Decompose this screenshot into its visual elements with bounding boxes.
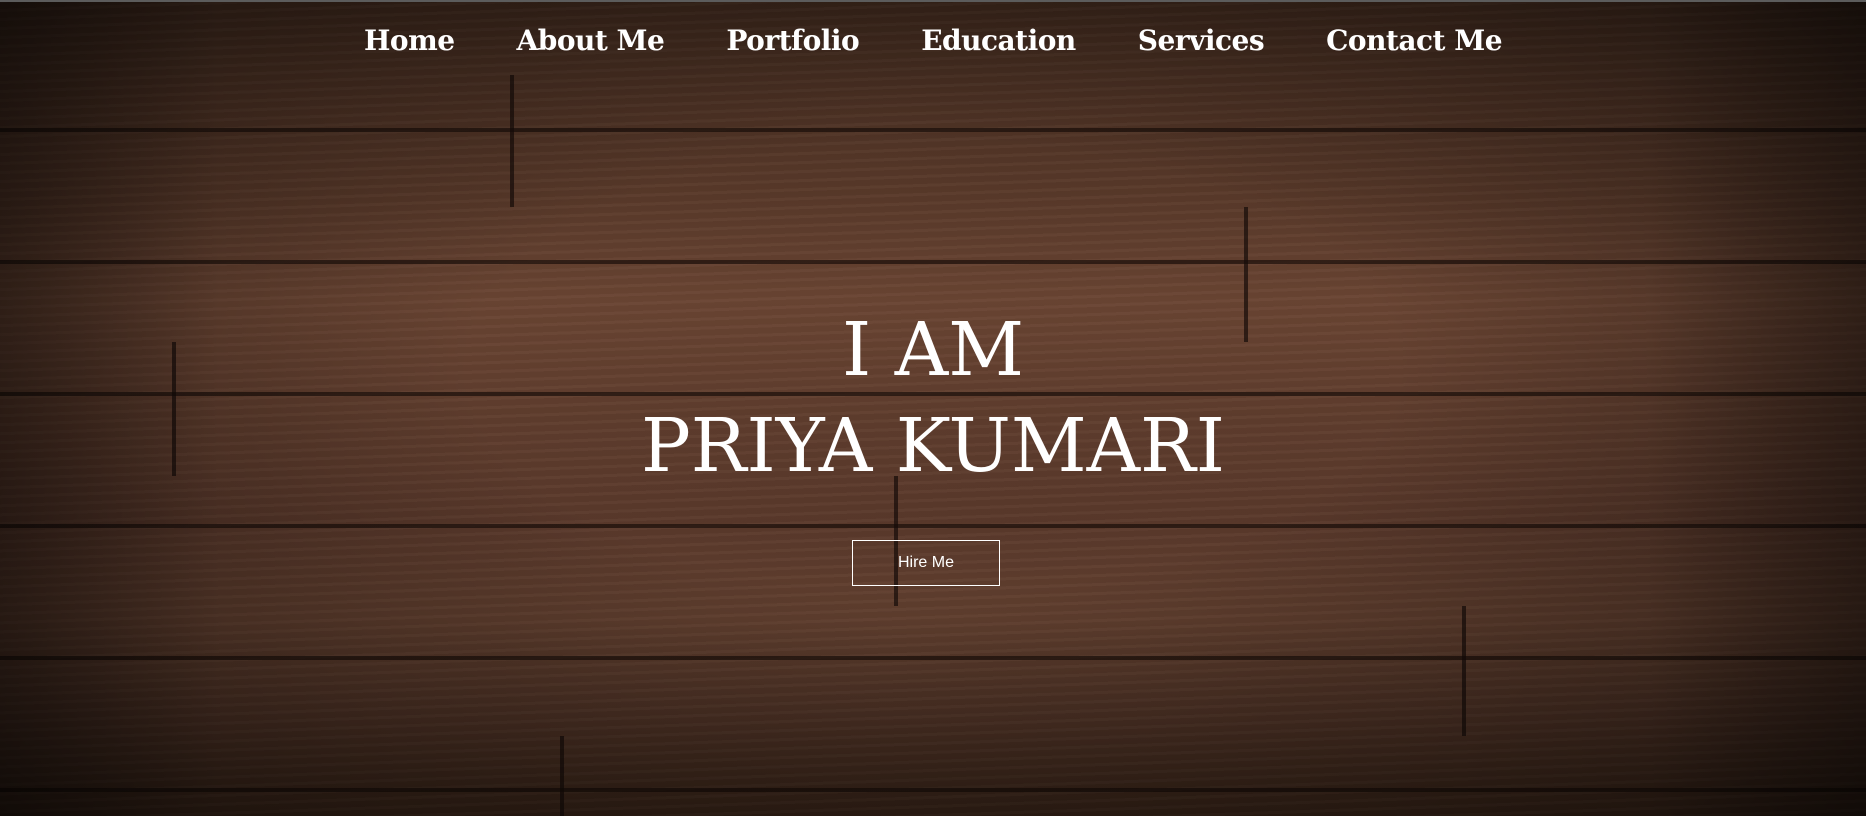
nav-item-about-me[interactable]: About Me [517,24,665,57]
top-border [0,0,1866,2]
hire-me-button[interactable]: Hire Me [852,540,1000,586]
nav-item-home[interactable]: Home [364,24,455,57]
nav-item-education[interactable]: Education [921,24,1076,57]
nav-item-contact-me[interactable]: Contact Me [1326,24,1502,57]
hero-headline-line1: I AM [842,307,1024,393]
hero-headline: I AM PRIYA KUMARI [0,302,1866,494]
main-nav: Home About Me Portfolio Education Servic… [0,24,1866,57]
nav-item-portfolio[interactable]: Portfolio [726,24,859,57]
nav-item-services[interactable]: Services [1138,24,1265,57]
hero-headline-name: PRIYA KUMARI [641,403,1225,489]
